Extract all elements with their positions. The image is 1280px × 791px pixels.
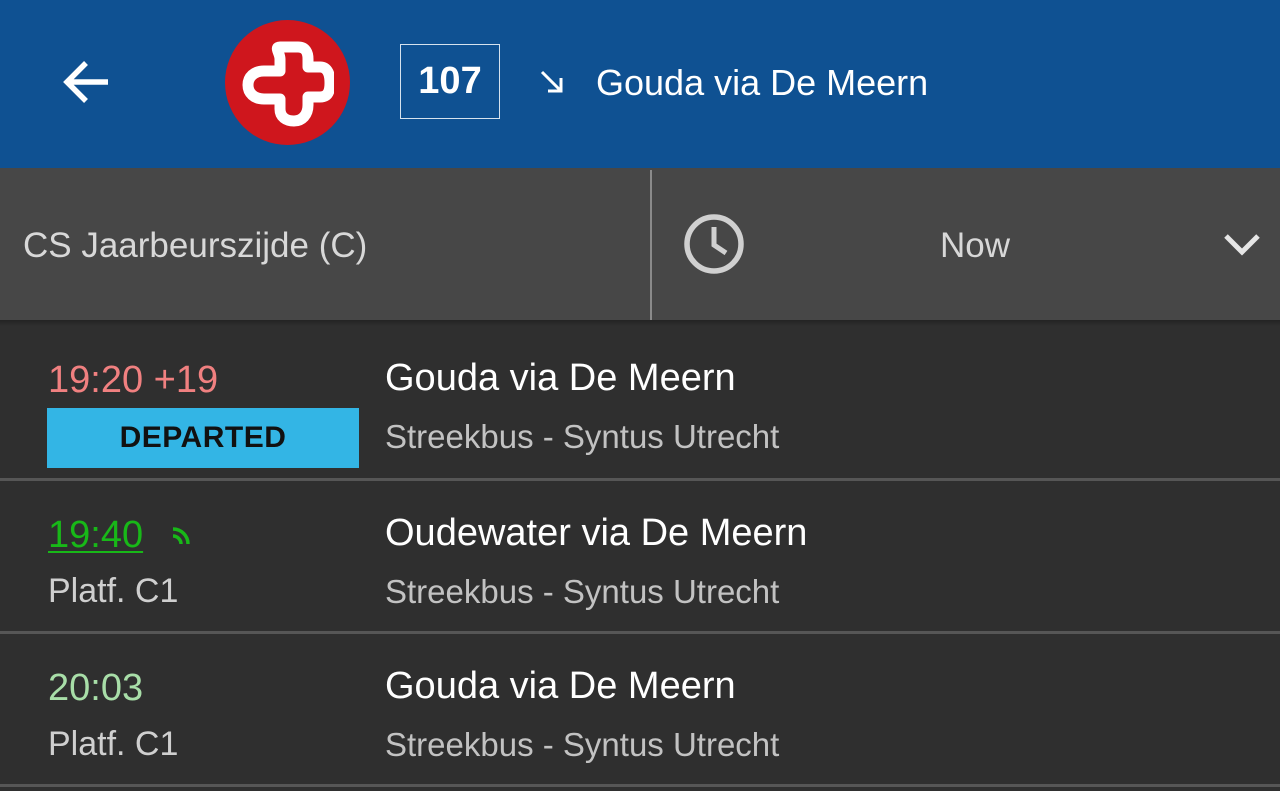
stop-name: CS Jaarbeurszijde (C): [23, 226, 368, 265]
departure-row[interactable]: 19:40 Platf. C1 Oudewater via De Meern S…: [0, 481, 1280, 633]
app-root: 107 Gouda via De Meern CS Jaarbeurszijde…: [0, 0, 1280, 791]
time-value: Now: [940, 226, 1011, 265]
back-button[interactable]: [50, 46, 122, 118]
departure-row[interactable]: 19:20 +19 DEPARTED Gouda via De Meern St…: [0, 326, 1280, 478]
ov-logo: [225, 20, 350, 145]
departure-operator: Streekbus - Syntus Utrecht: [385, 418, 780, 455]
realtime-signal-icon: [172, 527, 190, 545]
departure-time: 19:20 +19: [48, 359, 219, 401]
ov-logo-cross-icon: [242, 41, 334, 126]
departure-operator: Streekbus - Syntus Utrecht: [385, 726, 780, 763]
app-header: 107 Gouda via De Meern: [0, 0, 1280, 168]
departure-time: 19:40: [48, 514, 144, 556]
time-selector[interactable]: Now: [652, 168, 1280, 320]
line-number-badge: 107: [400, 44, 500, 119]
filter-bar: CS Jaarbeurszijde (C) Now: [0, 168, 1280, 320]
departure-platform: Platf. C1: [48, 572, 179, 610]
departure-row[interactable]: 20:03 Platf. C1 Gouda via De Meern Stree…: [0, 634, 1280, 786]
departure-operator: Streekbus - Syntus Utrecht: [385, 573, 780, 610]
chevron-down-icon[interactable]: [1222, 228, 1262, 262]
row-divider: [0, 784, 1280, 787]
departure-destination: Oudewater via De Meern: [385, 512, 808, 554]
departure-platform: Platf. C1: [48, 725, 179, 763]
route-title: Gouda via De Meern: [596, 62, 929, 103]
clock-icon: [684, 214, 744, 274]
departure-destination: Gouda via De Meern: [385, 357, 736, 399]
arrow-down-right-icon: [540, 70, 563, 93]
departed-badge: DEPARTED: [47, 408, 359, 468]
arrow-left-icon: [63, 61, 108, 103]
departure-time: 20:03: [48, 667, 144, 709]
departure-destination: Gouda via De Meern: [385, 665, 736, 707]
stop-selector[interactable]: CS Jaarbeurszijde (C): [0, 168, 650, 320]
